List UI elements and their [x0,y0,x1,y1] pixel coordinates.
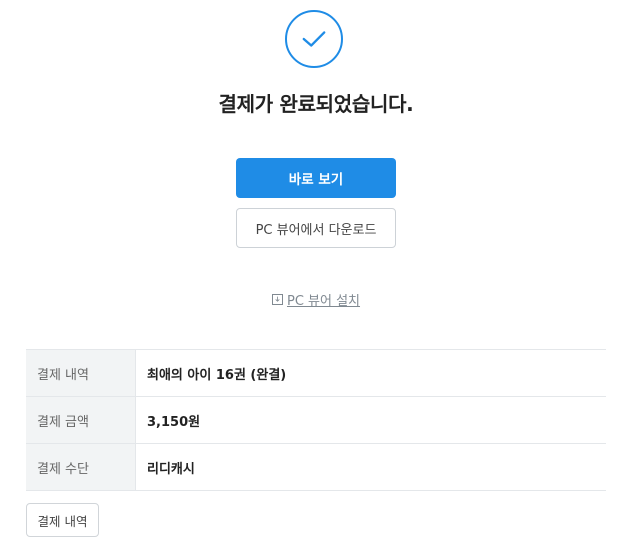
view-now-button[interactable]: 바로 보기 [236,158,396,198]
check-icon [285,10,343,68]
detail-label-amount: 결제 금액 [26,396,136,444]
install-link-container: PC 뷰어 설치 [0,290,632,309]
pc-viewer-install-link[interactable]: PC 뷰어 설치 [271,290,361,309]
page-title: 결제가 완료되었습니다. [218,92,414,116]
detail-value-method: 리디캐시 [147,461,195,477]
table-row: 결제 내역 최애의 아이 16권 (완결) [26,349,606,397]
detail-value-amount: 3,150원 [147,414,201,430]
pc-viewer-install-label: PC 뷰어 설치 [286,294,361,309]
detail-value-order: 최애의 아이 16권 (완결) [147,367,287,383]
check-icon-graphic [302,31,326,47]
table-row: 결제 금액 3,150원 [26,396,606,444]
detail-label-order: 결제 내역 [26,349,136,397]
payment-complete-page: 결제가 완료되었습니다. 바로 보기 PC 뷰어에서 다운로드 PC 뷰어 설치… [0,0,632,555]
payment-details-table: 결제 내역 최애의 아이 16권 (완결) 결제 금액 3,150원 결제 수단… [26,349,606,491]
detail-label-method: 결제 수단 [26,443,136,491]
download-icon [271,294,283,305]
pc-viewer-download-button[interactable]: PC 뷰어에서 다운로드 [236,208,396,248]
table-row: 결제 수단 리디캐시 [26,443,606,491]
payment-history-button[interactable]: 결제 내역 [26,503,99,537]
